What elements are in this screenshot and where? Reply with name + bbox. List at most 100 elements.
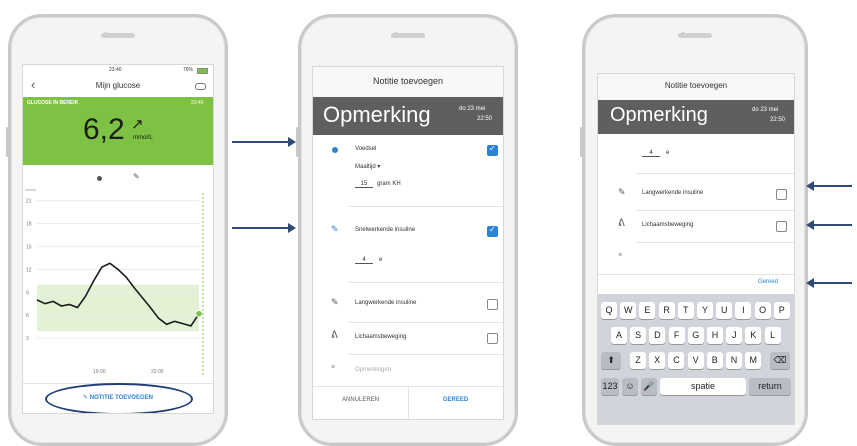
y-tick-label: 15 — [26, 244, 32, 250]
nav-bar: ‹ Mijn glucose — [23, 75, 213, 97]
exercise-icon: ᕕ — [618, 218, 625, 229]
arrow-icon — [232, 137, 296, 147]
key-a[interactable]: A — [611, 327, 627, 344]
rapid-insulin-unit: e — [379, 257, 383, 263]
divider — [636, 242, 794, 243]
current-glucose-point — [195, 310, 203, 318]
insulin-input[interactable]: 4 — [642, 150, 660, 157]
phone-keyboard: Notitie toevoegen Opmerking do 23 mei 22… — [580, 14, 808, 446]
banner-label: GLUCOSE IN BEREIK — [27, 100, 79, 106]
rapid-insulin-label: Snelwerkende insuline — [355, 227, 416, 233]
notes-input[interactable]: Opmerkingen — [355, 367, 391, 373]
status-bar: 23:40 76% — [23, 65, 213, 75]
divider — [636, 210, 794, 211]
key-g[interactable]: G — [687, 327, 704, 344]
arrow-icon — [806, 220, 852, 230]
key-d[interactable]: D — [649, 327, 666, 344]
notes-input[interactable] — [642, 250, 782, 264]
syringe-icon: ✎ — [331, 224, 339, 234]
key-t[interactable]: T — [677, 302, 694, 319]
key-c[interactable]: C — [668, 352, 685, 369]
emoji-key[interactable]: ☺ — [622, 378, 638, 395]
key-l[interactable]: L — [764, 327, 781, 344]
cancel-button[interactable]: ANNULEREN — [313, 397, 408, 403]
numbers-key[interactable]: 123 — [601, 378, 619, 395]
note-header: Notitie toevoegen — [313, 67, 503, 97]
key-q[interactable]: Q — [601, 302, 617, 319]
long-insulin-checkbox[interactable] — [487, 299, 498, 310]
rapid-insulin-checkbox[interactable] — [487, 225, 498, 237]
phone-camera — [103, 32, 109, 38]
key-n[interactable]: N — [726, 352, 742, 369]
key-y[interactable]: Y — [697, 302, 713, 319]
side-button — [6, 127, 9, 157]
key-u[interactable]: U — [716, 302, 733, 319]
glucose-screen: 23:40 76% ‹ Mijn glucose GLUCOSE IN BERE… — [22, 64, 214, 414]
shift-key[interactable]: ⬆ — [601, 352, 621, 369]
pen-icon[interactable]: ✎ — [133, 172, 140, 181]
side-button — [580, 127, 583, 157]
meal-label: Maaltijd — [355, 164, 376, 170]
toggle-icon[interactable] — [195, 83, 206, 90]
phone-glucose: 23:40 76% ‹ Mijn glucose GLUCOSE IN BERE… — [6, 14, 228, 446]
status-battery: 76% — [183, 67, 194, 73]
y-tick-label: 18 — [26, 222, 32, 228]
notes-icon: ≡ — [331, 364, 336, 371]
long-insulin-label: Langwerkende insuline — [355, 300, 417, 306]
key-e[interactable]: E — [639, 302, 656, 319]
done-button[interactable]: GEREED — [408, 397, 503, 403]
key-x[interactable]: X — [649, 352, 666, 369]
key-z[interactable]: Z — [630, 352, 646, 369]
done-link[interactable]: Gereed — [758, 279, 778, 285]
key-w[interactable]: W — [620, 302, 637, 319]
exercise-label: Lichaamsbeweging — [355, 334, 407, 340]
long-insulin-label: Langwerkende insuline — [642, 190, 704, 196]
long-insulin-checkbox[interactable] — [776, 189, 787, 200]
key-j[interactable]: J — [726, 327, 743, 344]
return-key[interactable]: return — [749, 378, 791, 395]
note-time: 22:50 — [477, 116, 493, 122]
x-tick-label: 19:00 — [93, 369, 106, 375]
phone-camera — [680, 32, 686, 38]
backspace-key[interactable]: ⌫ — [770, 352, 790, 369]
mic-key[interactable]: 🎤 — [641, 378, 657, 395]
exercise-icon: ᕕ — [331, 330, 338, 341]
carbs-input[interactable]: 15 — [355, 181, 373, 188]
food-checkbox[interactable] — [487, 144, 498, 156]
keyboard-screen: Notitie toevoegen Opmerking do 23 mei 22… — [597, 73, 795, 425]
arrow-icon — [232, 223, 296, 233]
heading-bar: Opmerking do 23 mei 22:50 — [313, 97, 503, 135]
x-tick-label: 22:00 — [151, 369, 164, 375]
rapid-insulin-input[interactable]: 4 — [355, 257, 373, 264]
key-k[interactable]: K — [745, 327, 762, 344]
heading-bar: Opmerking do 23 mei 22:50 — [598, 100, 794, 134]
exercise-checkbox[interactable] — [776, 221, 787, 232]
divider — [598, 274, 794, 275]
divider — [349, 282, 503, 283]
key-h[interactable]: H — [707, 327, 723, 344]
space-key[interactable]: spatie — [660, 378, 746, 395]
y-tick-label: 12 — [26, 267, 32, 273]
key-b[interactable]: B — [706, 352, 723, 369]
y-tick-label: 6 — [26, 313, 29, 319]
syringe-icon: ✎ — [331, 297, 339, 307]
key-f[interactable]: F — [668, 327, 685, 344]
divider — [349, 322, 503, 323]
key-v[interactable]: V — [687, 352, 704, 369]
key-m[interactable]: M — [745, 352, 762, 369]
meal-select[interactable]: Maaltijd ▾ — [355, 163, 380, 170]
note-heading: Opmerking — [323, 102, 431, 127]
banner-time: 23:40 — [191, 100, 204, 106]
key-p[interactable]: P — [773, 302, 790, 319]
key-r[interactable]: R — [658, 302, 675, 319]
phone-note: Notitie toevoegen Opmerking do 23 mei 22… — [296, 14, 518, 446]
arrow-icon — [806, 181, 852, 191]
note-header: Notitie toevoegen — [598, 74, 794, 100]
key-i[interactable]: I — [735, 302, 752, 319]
key-o[interactable]: O — [754, 302, 771, 319]
y-unit-label: mmol/L — [25, 188, 37, 192]
food-icon[interactable] — [97, 176, 102, 181]
key-s[interactable]: S — [630, 327, 647, 344]
footer-separator — [408, 387, 409, 419]
exercise-checkbox[interactable] — [487, 333, 498, 344]
